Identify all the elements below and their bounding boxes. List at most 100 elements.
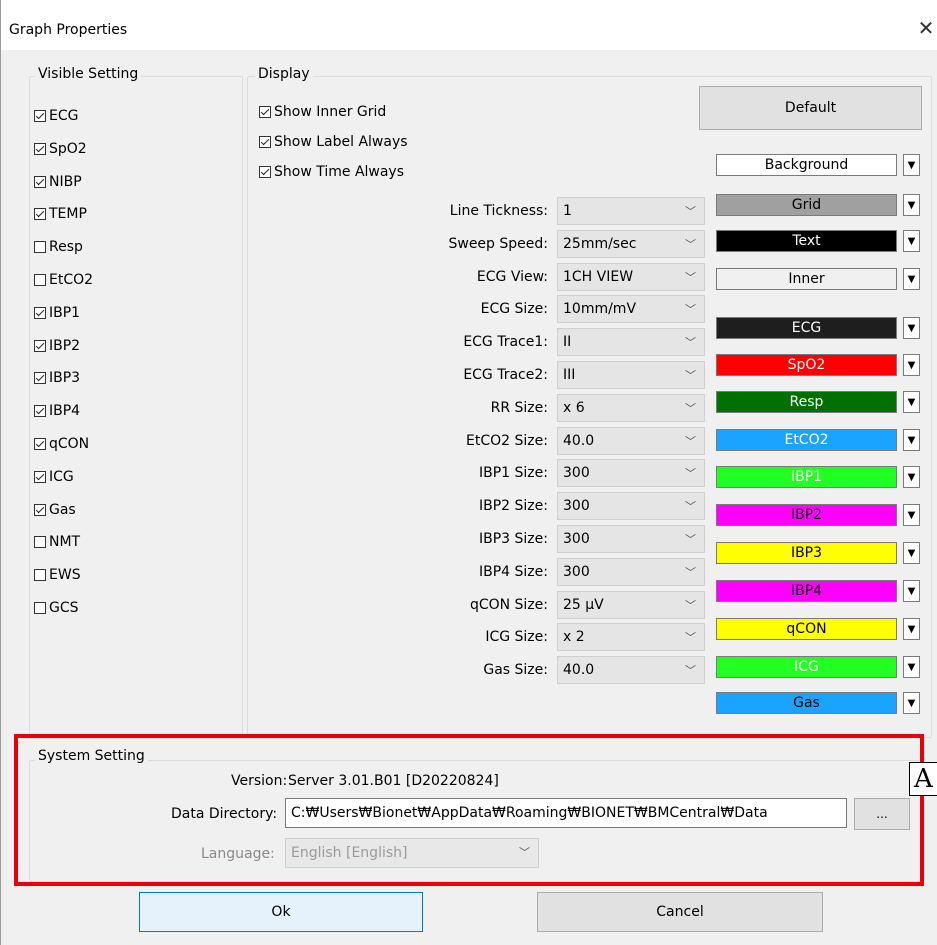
color-selector[interactable]: Inner ▼	[716, 268, 922, 290]
color-selector[interactable]: Gas ▼	[716, 692, 922, 714]
checkbox-checked-icon[interactable]	[34, 405, 46, 418]
visible-checkbox-temp[interactable]: TEMP	[34, 204, 87, 224]
color-swatch[interactable]: IBP1	[716, 466, 897, 488]
color-swatch[interactable]: ECG	[716, 317, 897, 339]
visible-checkbox-icg[interactable]: ICG	[34, 467, 74, 487]
setting-select[interactable]: 10mm/mV ﹀	[557, 295, 705, 324]
visible-checkbox-etco2[interactable]: EtCO2	[34, 270, 93, 290]
checkbox-checked-icon[interactable]	[34, 306, 46, 319]
setting-select[interactable]: x 2 ﹀	[557, 623, 705, 652]
color-swatch[interactable]: Background	[716, 154, 897, 176]
dropdown-arrow-icon[interactable]: ▼	[903, 230, 920, 252]
close-icon[interactable]: ✕	[914, 16, 937, 40]
dropdown-arrow-icon[interactable]: ▼	[903, 504, 920, 526]
visible-checkbox-gcs[interactable]: GCS	[34, 598, 79, 618]
color-swatch[interactable]: IBP3	[716, 542, 897, 564]
setting-select[interactable]: 300 ﹀	[557, 492, 705, 521]
checkbox-checked-icon[interactable]	[34, 175, 46, 188]
dropdown-arrow-icon[interactable]: ▼	[903, 692, 920, 714]
checkbox-checked-icon[interactable]	[34, 470, 46, 483]
setting-select[interactable]: 40.0 ﹀	[557, 656, 705, 685]
setting-select[interactable]: x 6 ﹀	[557, 393, 705, 422]
dropdown-arrow-icon[interactable]: ▼	[903, 429, 920, 451]
dropdown-arrow-icon[interactable]: ▼	[903, 268, 920, 290]
color-selector[interactable]: IBP4 ▼	[716, 580, 922, 602]
setting-select[interactable]: 1 ﹀	[557, 197, 705, 225]
display-checkbox-3[interactable]: Show Time Always	[259, 162, 404, 182]
setting-select[interactable]: 300 ﹀	[557, 459, 705, 488]
checkbox-checked-icon[interactable]	[34, 503, 46, 516]
color-swatch[interactable]: Resp	[716, 391, 897, 413]
setting-select[interactable]: 1CH VIEW ﹀	[557, 262, 705, 291]
color-selector[interactable]: SpO2 ▼	[716, 354, 922, 376]
visible-checkbox-spo2[interactable]: SpO2	[34, 139, 87, 159]
setting-select[interactable]: 300 ﹀	[557, 525, 705, 553]
color-selector[interactable]: Background ▼	[716, 154, 922, 176]
color-selector[interactable]: ECG ▼	[716, 317, 922, 339]
default-button[interactable]: Default	[699, 86, 922, 130]
dropdown-arrow-icon[interactable]: ▼	[903, 466, 920, 488]
checkbox-unchecked-icon[interactable]	[34, 602, 46, 614]
checkbox-checked-icon[interactable]	[34, 438, 46, 450]
visible-checkbox-ecg[interactable]: ECG	[34, 106, 78, 126]
checkbox-checked-icon[interactable]	[259, 106, 271, 118]
checkbox-checked-icon[interactable]	[34, 339, 46, 352]
color-swatch[interactable]: Inner	[716, 268, 897, 290]
color-selector[interactable]: Text ▼	[716, 230, 922, 252]
color-swatch[interactable]: EtCO2	[716, 429, 897, 451]
color-selector[interactable]: IBP2 ▼	[716, 504, 922, 526]
color-selector[interactable]: Grid ▼	[716, 194, 922, 216]
setting-select[interactable]: 25mm/sec ﹀	[557, 229, 705, 258]
color-swatch[interactable]: Grid	[716, 194, 897, 216]
color-swatch[interactable]: IBP2	[716, 504, 897, 526]
visible-checkbox-ibp2[interactable]: IBP2	[34, 336, 80, 356]
visible-checkbox-resp[interactable]: Resp	[34, 237, 83, 257]
cancel-button[interactable]: Cancel	[537, 892, 823, 932]
visible-checkbox-qcon[interactable]: qCON	[34, 434, 89, 454]
ok-button[interactable]: Ok	[139, 892, 423, 932]
setting-select[interactable]: 300 ﹀	[557, 557, 705, 586]
dropdown-arrow-icon[interactable]: ▼	[903, 391, 920, 413]
dropdown-arrow-icon[interactable]: ▼	[903, 656, 920, 678]
color-swatch[interactable]: SpO2	[716, 354, 897, 376]
visible-checkbox-gas[interactable]: Gas	[34, 500, 76, 520]
setting-select[interactable]: III ﹀	[557, 361, 705, 389]
color-swatch[interactable]: ICG	[716, 656, 897, 678]
visible-checkbox-ibp4[interactable]: IBP4	[34, 401, 80, 421]
dropdown-arrow-icon[interactable]: ▼	[903, 194, 920, 216]
display-checkbox-2[interactable]: Show Label Always	[259, 132, 408, 152]
setting-select[interactable]: 40.0 ﹀	[557, 426, 705, 455]
color-swatch[interactable]: Text	[716, 230, 897, 252]
checkbox-checked-icon[interactable]	[34, 110, 46, 122]
color-selector[interactable]: IBP1 ▼	[716, 466, 922, 488]
dropdown-arrow-icon[interactable]: ▼	[903, 354, 920, 376]
checkbox-checked-icon[interactable]	[34, 142, 46, 155]
color-swatch[interactable]: IBP4	[716, 580, 897, 602]
checkbox-unchecked-icon[interactable]	[34, 569, 46, 582]
checkbox-checked-icon[interactable]	[34, 208, 46, 221]
visible-checkbox-ibp1[interactable]: IBP1	[34, 303, 80, 323]
dropdown-arrow-icon[interactable]: ▼	[903, 580, 920, 602]
color-swatch[interactable]: Gas	[716, 692, 897, 714]
color-selector[interactable]: ICG ▼	[716, 656, 922, 678]
visible-checkbox-ews[interactable]: EWS	[34, 565, 81, 585]
color-selector[interactable]: qCON ▼	[716, 618, 922, 640]
checkbox-checked-icon[interactable]	[259, 166, 271, 178]
visible-checkbox-ibp3[interactable]: IBP3	[34, 368, 80, 388]
setting-select[interactable]: II ﹀	[557, 328, 705, 357]
checkbox-unchecked-icon[interactable]	[34, 274, 46, 286]
dropdown-arrow-icon[interactable]: ▼	[903, 542, 920, 564]
color-selector[interactable]: IBP3 ▼	[716, 542, 922, 564]
color-swatch[interactable]: qCON	[716, 618, 897, 640]
setting-select[interactable]: 25 μV ﹀	[557, 590, 705, 619]
color-selector[interactable]: Resp ▼	[716, 391, 922, 413]
visible-checkbox-nibp[interactable]: NIBP	[34, 172, 82, 192]
checkbox-checked-icon[interactable]	[34, 372, 46, 385]
checkbox-unchecked-icon[interactable]	[34, 241, 46, 254]
display-checkbox-1[interactable]: Show Inner Grid	[259, 102, 386, 122]
dropdown-arrow-icon[interactable]: ▼	[903, 154, 920, 176]
checkbox-unchecked-icon[interactable]	[34, 536, 46, 549]
dropdown-arrow-icon[interactable]: ▼	[903, 317, 920, 339]
checkbox-checked-icon[interactable]	[259, 136, 271, 148]
dropdown-arrow-icon[interactable]: ▼	[903, 618, 920, 640]
